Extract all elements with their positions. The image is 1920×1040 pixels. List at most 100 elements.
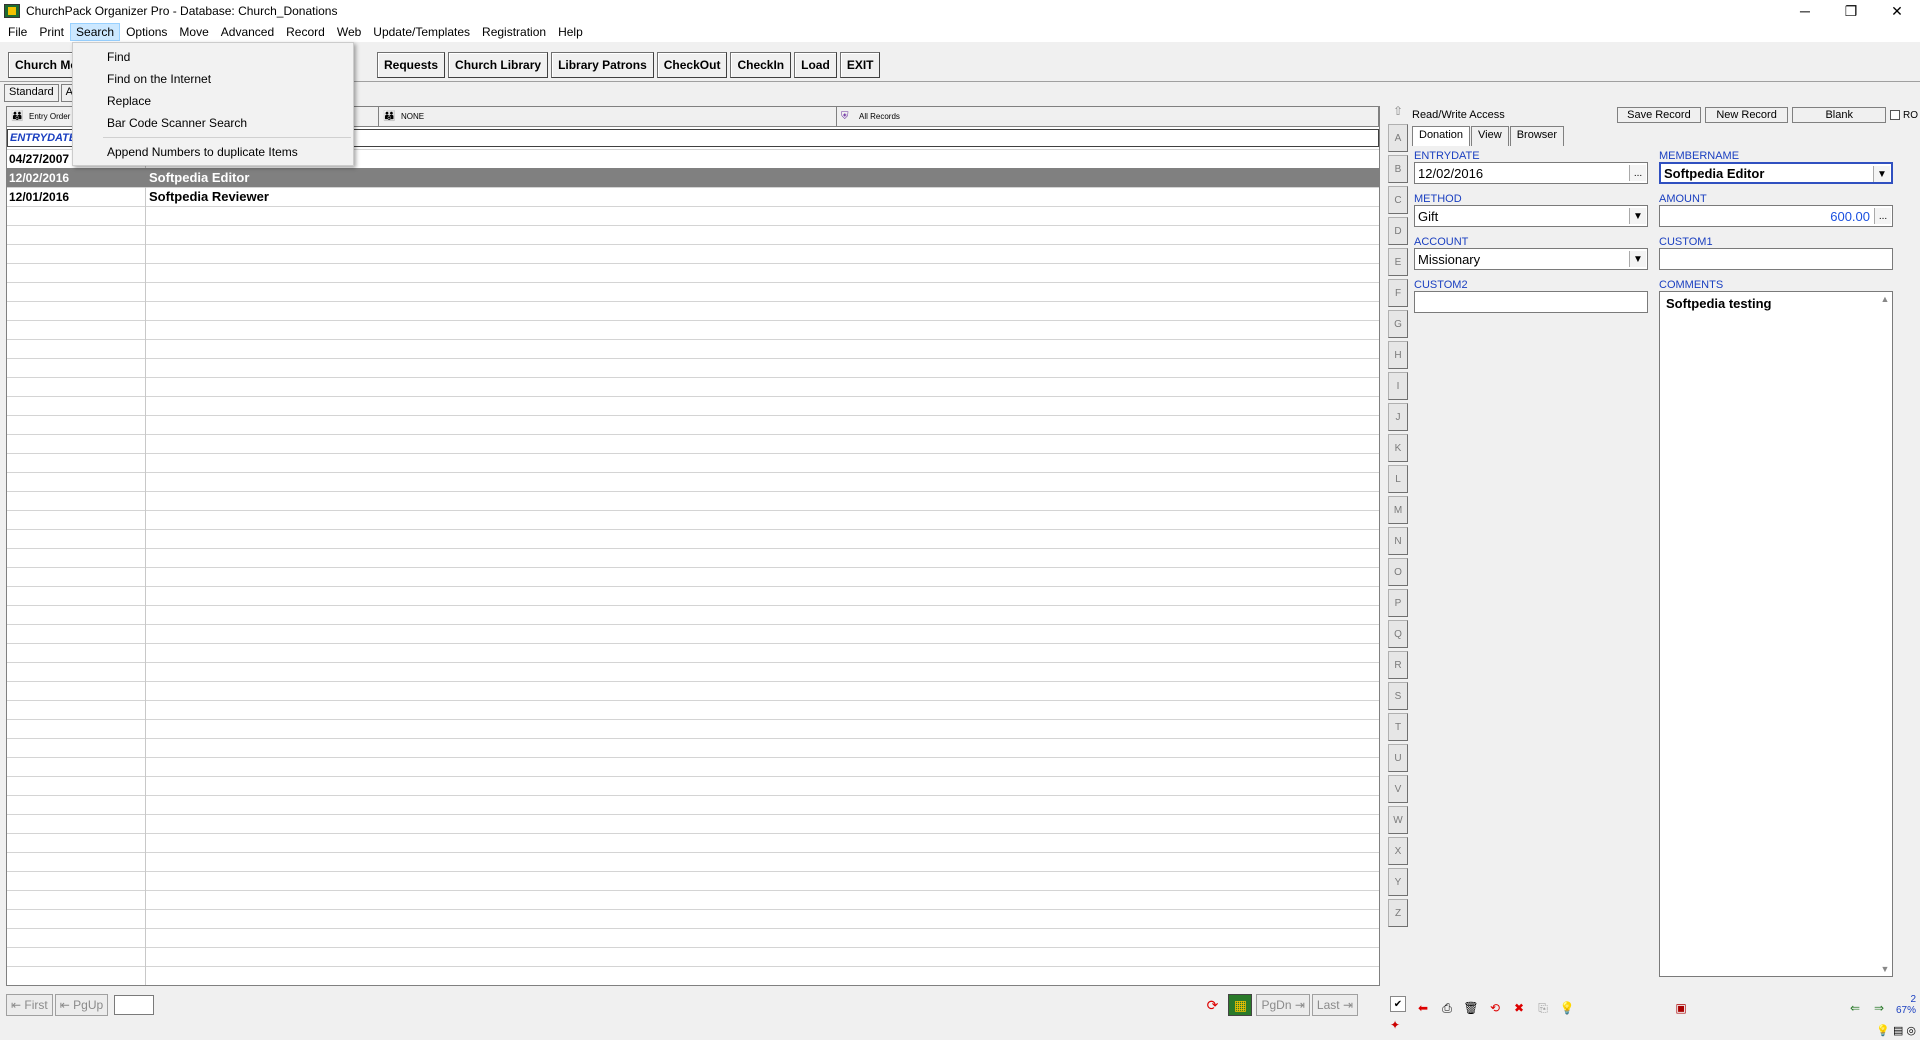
menu-registration[interactable]: Registration <box>476 23 552 41</box>
menu-item-barcode-search[interactable]: Bar Code Scanner Search <box>73 112 353 134</box>
comments-textarea[interactable]: Softpedia testing ▲ ▼ <box>1659 291 1893 977</box>
exit-button[interactable]: EXIT <box>839 51 881 78</box>
load-button[interactable]: Load <box>794 51 837 78</box>
entrydate-field[interactable]: 12/02/2016 ... <box>1414 162 1648 184</box>
custom2-field[interactable] <box>1414 291 1648 313</box>
grid-color-icon[interactable]: ▦ <box>1228 994 1253 1016</box>
chevron-down-icon[interactable]: ▼ <box>1629 251 1646 267</box>
minimize-button[interactable]: ─ <box>1782 0 1828 22</box>
alphabet-button-s[interactable]: S <box>1388 682 1408 710</box>
scroll-up-arrow-icon[interactable]: ▲ <box>1881 294 1890 304</box>
calculator-button[interactable]: ... <box>1874 208 1891 224</box>
alphabet-button-e[interactable]: E <box>1388 248 1408 276</box>
alphabet-button-v[interactable]: V <box>1388 775 1408 803</box>
new-record-button[interactable]: New Record <box>1704 107 1789 123</box>
membername-field[interactable]: Softpedia Editor ▼ <box>1659 162 1893 184</box>
alphabet-button-p[interactable]: P <box>1388 589 1408 617</box>
church-library-button[interactable]: Church Library <box>448 51 549 78</box>
sort-filter-selector[interactable]: 👪 NONE <box>379 107 837 126</box>
export-icon[interactable]: ⇐ <box>1844 998 1866 1018</box>
menu-help[interactable]: Help <box>552 23 589 41</box>
alphabet-button-h[interactable]: H <box>1388 341 1408 369</box>
date-picker-button[interactable]: ... <box>1629 165 1646 181</box>
save-record-button[interactable]: Save Record <box>1617 107 1701 123</box>
alphabet-button-g[interactable]: G <box>1388 310 1408 338</box>
menu-item-find-internet[interactable]: Find on the Internet <box>73 68 353 90</box>
alphabet-button-d[interactable]: D <box>1388 217 1408 245</box>
copy-record-icon[interactable]: ⎘ <box>1532 998 1554 1018</box>
alphabet-button-r[interactable]: R <box>1388 651 1408 679</box>
alphabet-button-b[interactable]: B <box>1388 155 1408 183</box>
alphabet-button-j[interactable]: J <box>1388 403 1408 431</box>
back-arrow-icon[interactable]: ⬅ <box>1412 998 1434 1018</box>
alphabet-button-t[interactable]: T <box>1388 713 1408 741</box>
import-icon[interactable]: ⇒ <box>1868 998 1890 1018</box>
blank-button[interactable]: Blank <box>1792 107 1887 123</box>
alphabet-button-f[interactable]: F <box>1388 279 1408 307</box>
amount-field[interactable]: 600.00 ... <box>1659 205 1893 227</box>
menu-item-append-numbers[interactable]: Append Numbers to duplicate Items <box>73 141 353 163</box>
alphabet-button-x[interactable]: X <box>1388 837 1408 865</box>
trash-icon[interactable]: 🗑 <box>1460 998 1482 1018</box>
help-icon[interactable]: ◎ <box>1906 1024 1916 1037</box>
menu-web[interactable]: Web <box>331 23 367 41</box>
lightbulb-icon[interactable]: 💡 <box>1556 998 1578 1018</box>
tab-standard[interactable]: Standard <box>4 84 59 102</box>
comments-scrollbar[interactable]: ▲ ▼ <box>1880 294 1890 974</box>
tab-view[interactable]: View <box>1471 126 1509 146</box>
table-row-selected[interactable]: 12/02/2016 Softpedia Editor <box>7 168 1379 187</box>
tab-browser[interactable]: Browser <box>1509 126 1565 146</box>
menu-print[interactable]: Print <box>33 23 70 41</box>
report-icon[interactable]: ▣ <box>1670 998 1692 1018</box>
alphabet-button-l[interactable]: L <box>1388 465 1408 493</box>
checkin-button[interactable]: CheckIn <box>730 51 792 78</box>
menu-update-templates[interactable]: Update/Templates <box>367 23 476 41</box>
scroll-up-icon[interactable]: ⇧ <box>1388 104 1408 124</box>
refresh-icon[interactable]: ⟳ <box>1200 994 1224 1016</box>
alphabet-button-q[interactable]: Q <box>1388 620 1408 648</box>
alphabet-button-z[interactable]: Z <box>1388 899 1408 927</box>
read-only-checkbox[interactable] <box>1890 110 1901 120</box>
delete-record-icon[interactable]: ✖ <box>1508 998 1530 1018</box>
alphabet-button-y[interactable]: Y <box>1388 868 1408 896</box>
alphabet-button-n[interactable]: N <box>1388 527 1408 555</box>
library-patrons-button[interactable]: Library Patrons <box>551 51 654 78</box>
alphabet-button-k[interactable]: K <box>1388 434 1408 462</box>
menu-move[interactable]: Move <box>173 23 214 41</box>
checkmark-icon[interactable]: ✔ <box>1390 996 1406 1012</box>
menu-item-replace[interactable]: Replace <box>73 90 353 112</box>
restore-button[interactable]: ❐ <box>1828 0 1874 22</box>
menu-advanced[interactable]: Advanced <box>215 23 280 41</box>
alphabet-button-u[interactable]: U <box>1388 744 1408 772</box>
menu-options[interactable]: Options <box>120 23 173 41</box>
first-record-button[interactable]: ⇤ First <box>6 994 53 1016</box>
chevron-down-icon[interactable]: ▼ <box>1629 208 1646 224</box>
chevron-down-icon[interactable]: ▼ <box>1873 166 1890 182</box>
page-up-button[interactable]: ⇤ PgUp <box>54 994 109 1016</box>
alphabet-button-o[interactable]: O <box>1388 558 1408 586</box>
alphabet-button-i[interactable]: I <box>1388 372 1408 400</box>
menu-search[interactable]: Search <box>70 23 121 41</box>
sort-records-selector[interactable]: ⛨ All Records <box>837 107 1379 126</box>
custom1-field[interactable] <box>1659 248 1893 270</box>
record-jump-input[interactable] <box>114 995 155 1015</box>
menu-record[interactable]: Record <box>280 23 331 41</box>
print-icon[interactable]: ⎙ <box>1436 998 1458 1018</box>
alphabet-button-m[interactable]: M <box>1388 496 1408 524</box>
menu-file[interactable]: File <box>2 23 33 41</box>
menu-item-find[interactable]: Find <box>73 46 353 68</box>
method-select[interactable]: Gift ▼ <box>1414 205 1648 227</box>
page-down-button[interactable]: PgDn ⇥ <box>1256 994 1310 1016</box>
scroll-down-arrow-icon[interactable]: ▼ <box>1881 964 1890 974</box>
calendar-icon[interactable]: ▤ <box>1893 1024 1903 1037</box>
table-row[interactable]: 12/01/2016 Softpedia Reviewer <box>7 187 1379 206</box>
alphabet-button-w[interactable]: W <box>1388 806 1408 834</box>
tab-donation[interactable]: Donation <box>1412 126 1471 146</box>
account-select[interactable]: Missionary ▼ <box>1414 248 1648 270</box>
tip-icon[interactable]: 💡 <box>1876 1024 1890 1037</box>
alphabet-button-a[interactable]: A <box>1388 124 1408 152</box>
undo-icon[interactable]: ⟲ <box>1484 998 1506 1018</box>
close-button[interactable]: ✕ <box>1874 0 1920 22</box>
alphabet-button-c[interactable]: C <box>1388 186 1408 214</box>
last-record-button[interactable]: Last ⇥ <box>1311 994 1358 1016</box>
